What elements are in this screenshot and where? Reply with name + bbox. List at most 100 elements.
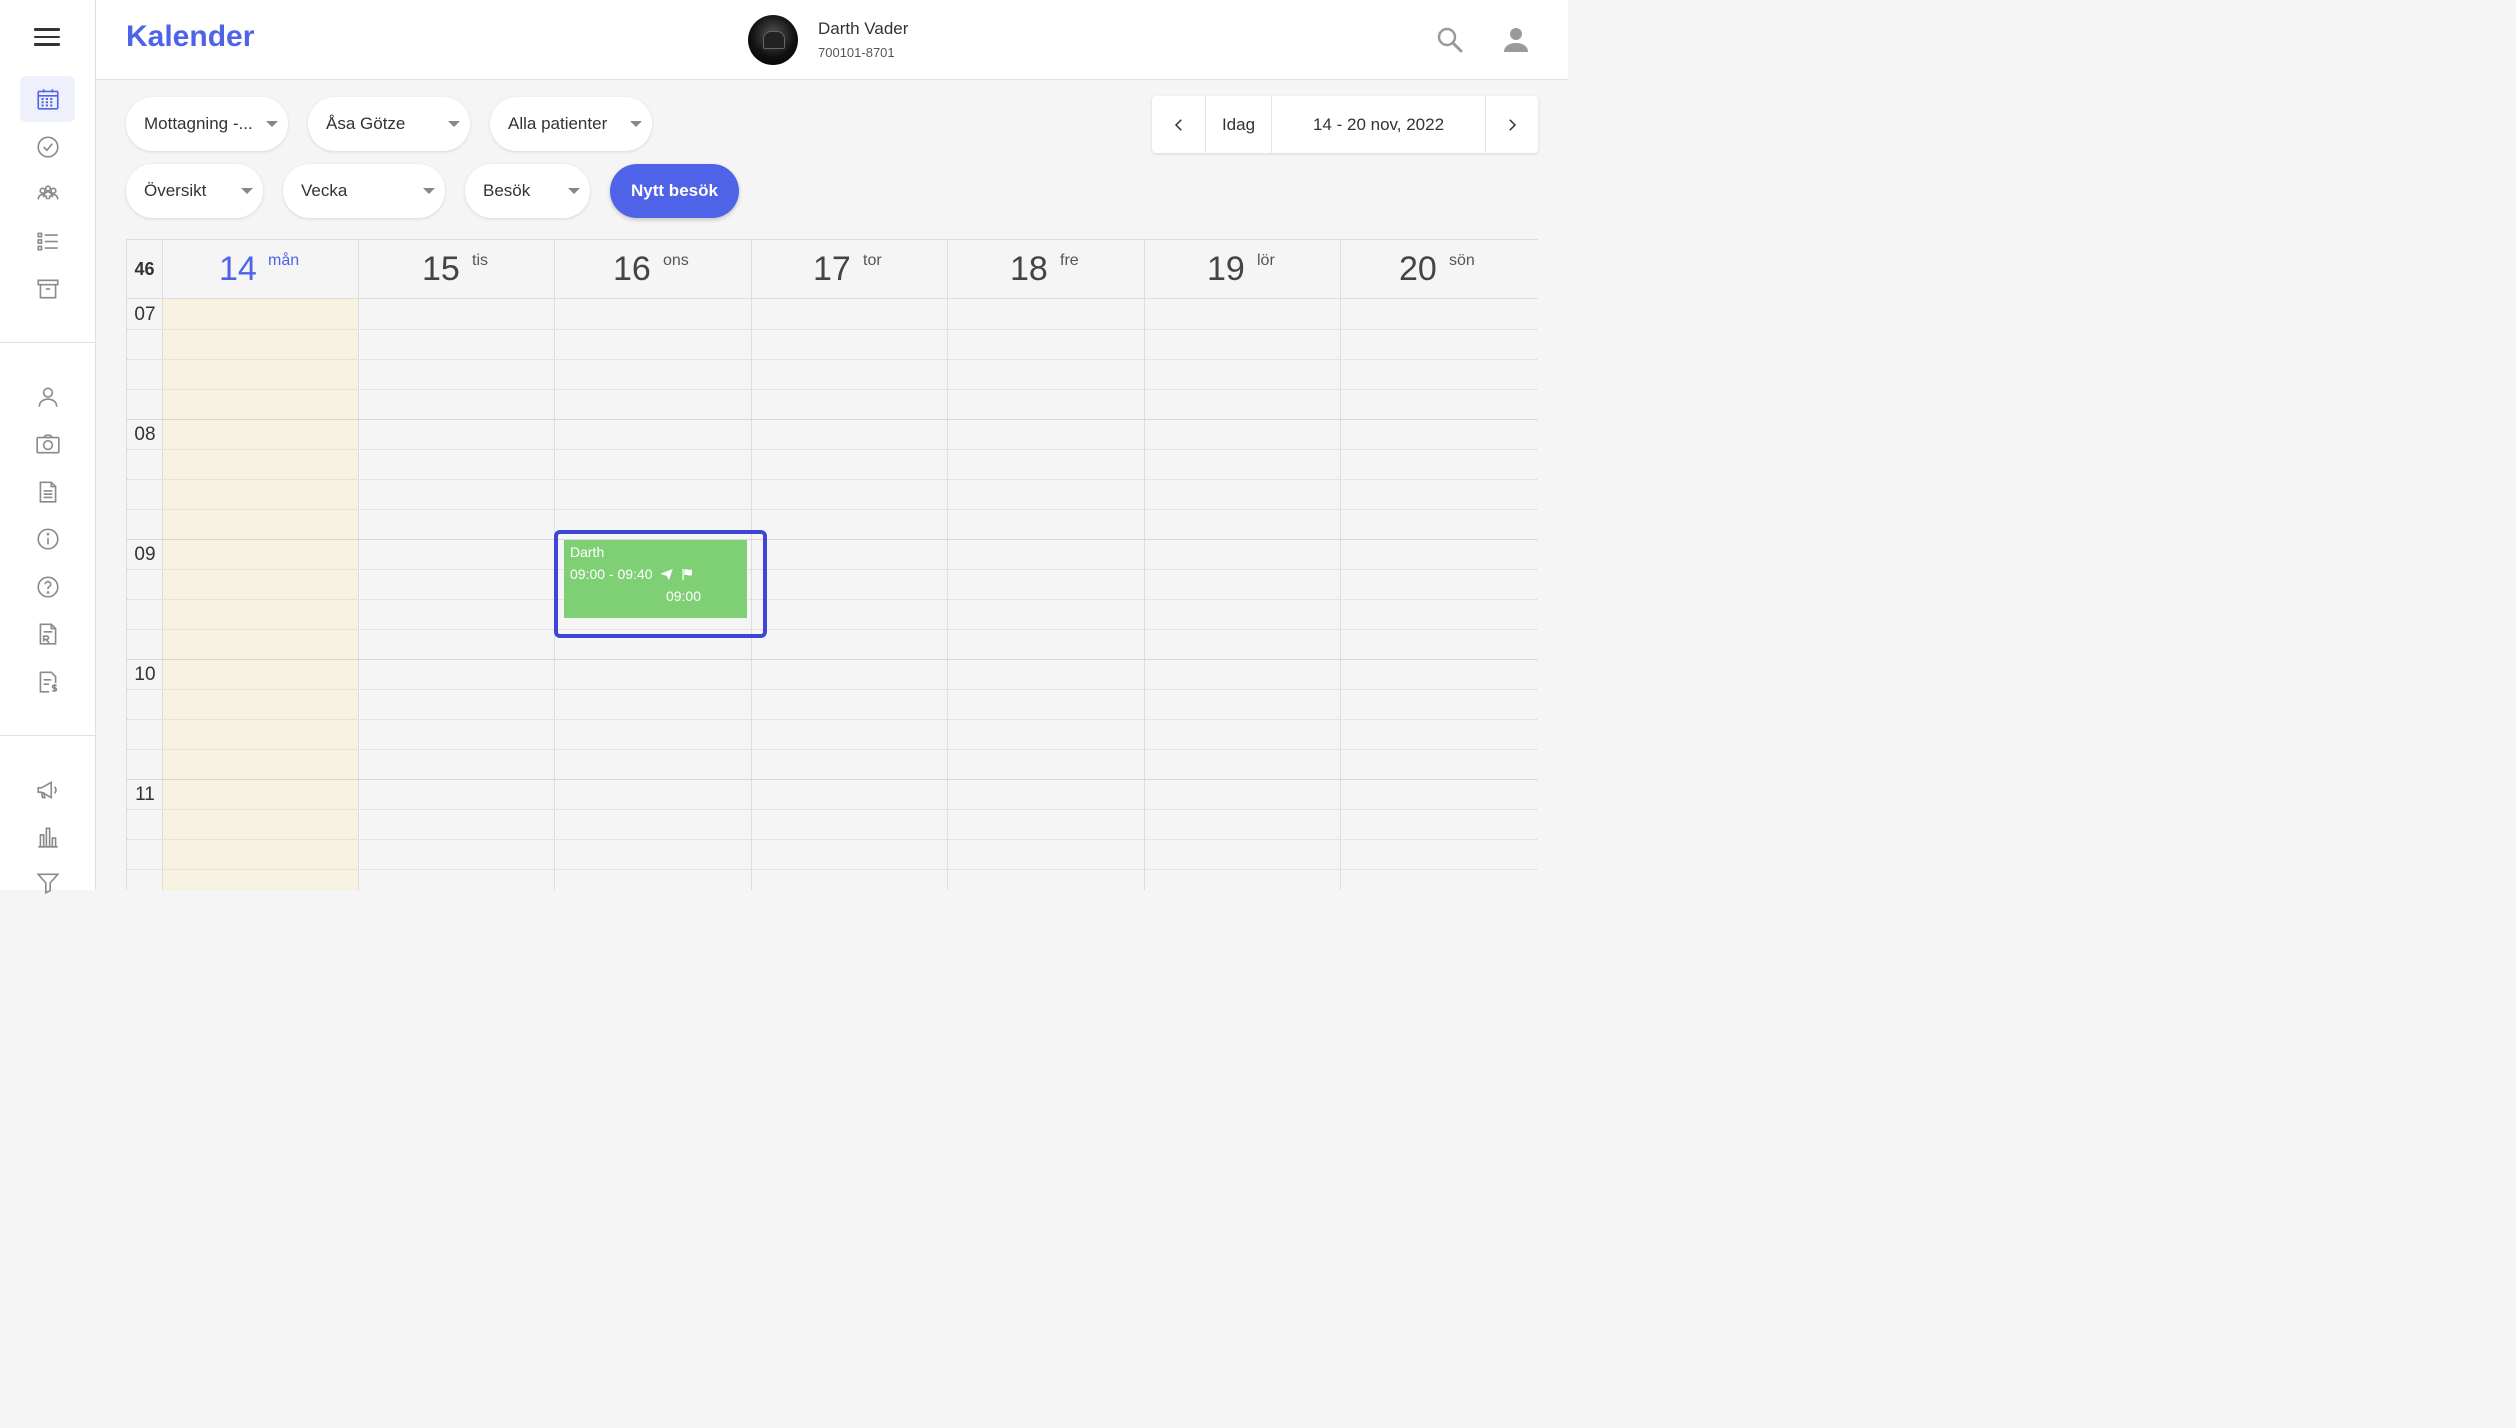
- next-week-button[interactable]: [1486, 96, 1538, 153]
- day-header-fri[interactable]: 18 fre: [948, 240, 1145, 299]
- type-select[interactable]: Besök: [465, 164, 590, 218]
- hour-label: 07: [134, 304, 156, 325]
- sidebar-megaphone-icon[interactable]: [20, 767, 75, 813]
- patients-select-value: Alla patienter: [508, 114, 608, 133]
- day-number: 15: [422, 250, 460, 288]
- day-number: 20: [1399, 250, 1437, 288]
- grid-line: [127, 719, 1538, 720]
- sidebar-info-icon[interactable]: [20, 516, 75, 562]
- grid-line: [127, 389, 1538, 390]
- sidebar-filter-icon[interactable]: [20, 860, 75, 906]
- day-weekday: lör: [1257, 252, 1275, 269]
- grid-line: [127, 659, 1538, 660]
- day-header-tue[interactable]: 15 tis: [359, 240, 555, 299]
- day-weekday: ons: [663, 252, 689, 269]
- grid-line: [127, 689, 1538, 690]
- sidebar-divider: [0, 342, 95, 343]
- grid-line: [127, 569, 1538, 570]
- sidebar-divider: [0, 735, 95, 736]
- sidebar: [0, 0, 96, 895]
- grid-line: [127, 539, 1538, 540]
- user-account-icon[interactable]: [1500, 24, 1532, 56]
- day-weekday: mån: [268, 252, 300, 269]
- today-button[interactable]: Idag: [1206, 96, 1272, 153]
- grid-line: [127, 869, 1538, 870]
- patient-avatar[interactable]: [748, 15, 798, 65]
- hour-label: 10: [134, 664, 156, 685]
- day-number: 17: [813, 250, 851, 288]
- sidebar-chart-icon[interactable]: [20, 814, 75, 860]
- view-select[interactable]: Översikt: [126, 164, 263, 218]
- event-time: 09:00 - 09:40: [570, 566, 653, 582]
- patient-name[interactable]: Darth Vader: [818, 19, 908, 39]
- search-icon[interactable]: [1434, 24, 1466, 56]
- new-visit-button[interactable]: Nytt besök: [610, 164, 739, 218]
- grid-line: [127, 479, 1538, 480]
- date-navigation: Idag 14 - 20 nov, 2022: [1152, 96, 1538, 153]
- day-column-sun[interactable]: [1341, 299, 1538, 890]
- day-header-wed[interactable]: 16 ons: [555, 240, 752, 299]
- menu-icon[interactable]: [34, 28, 60, 50]
- sidebar-camera-icon[interactable]: [20, 421, 75, 467]
- sidebar-groups-icon[interactable]: [20, 171, 75, 217]
- day-number: 18: [1010, 250, 1048, 288]
- chevron-right-icon: [1509, 118, 1517, 131]
- calendar-event[interactable]: Darth 09:00 - 09:40 09:00: [564, 540, 747, 618]
- day-header-sun[interactable]: 20 sön: [1341, 240, 1538, 299]
- sidebar-list-icon[interactable]: [20, 218, 75, 264]
- date-range-label[interactable]: 14 - 20 nov, 2022: [1272, 96, 1486, 153]
- staff-select[interactable]: Åsa Götze: [308, 97, 470, 151]
- hour-label: 11: [135, 784, 155, 805]
- day-column-tue[interactable]: [359, 299, 555, 890]
- top-header: Kalender Darth Vader 700101-8701: [96, 0, 1568, 80]
- day-weekday: sön: [1449, 252, 1475, 269]
- grid-line: [127, 629, 1538, 630]
- day-header-thu[interactable]: 17 tor: [752, 240, 948, 299]
- chevron-down-icon: [448, 121, 460, 127]
- grid-line: [127, 329, 1538, 330]
- day-column-thu[interactable]: [752, 299, 948, 890]
- send-icon: [659, 568, 673, 580]
- chevron-down-icon: [423, 188, 435, 194]
- sidebar-calendar-icon[interactable]: [20, 76, 75, 122]
- day-weekday: tor: [863, 252, 882, 269]
- sidebar-help-icon[interactable]: [20, 564, 75, 610]
- day-number: 16: [613, 250, 651, 288]
- grid-line: [127, 419, 1538, 420]
- week-number: 46: [127, 240, 163, 299]
- day-column-fri[interactable]: [948, 299, 1145, 890]
- grid-line: [127, 449, 1538, 450]
- day-header-mon[interactable]: 14 mån: [163, 240, 359, 299]
- grid-line: [127, 599, 1538, 600]
- patient-id: 700101-8701: [818, 45, 895, 60]
- sidebar-invoice-icon[interactable]: [20, 659, 75, 705]
- staff-select-value: Åsa Götze: [326, 114, 406, 133]
- event-start-time: 09:00: [665, 588, 702, 604]
- chevron-down-icon: [241, 188, 253, 194]
- hour-label: 09: [134, 544, 156, 565]
- sidebar-prescription-icon[interactable]: [20, 611, 75, 657]
- grid-line: [127, 509, 1538, 510]
- day-number: 14: [219, 250, 257, 288]
- clinic-select[interactable]: Mottagning -...: [126, 97, 288, 151]
- day-number: 19: [1207, 250, 1245, 288]
- flag-icon: [682, 568, 692, 580]
- day-weekday: tis: [472, 252, 488, 269]
- event-time-row: 09:00 - 09:40: [570, 566, 741, 582]
- sidebar-person-icon[interactable]: [20, 374, 75, 420]
- sidebar-tasks-icon[interactable]: [20, 124, 75, 170]
- day-column-mon[interactable]: [163, 299, 359, 890]
- sidebar-document-icon[interactable]: [20, 469, 75, 515]
- period-select[interactable]: Vecka: [283, 164, 445, 218]
- previous-week-button[interactable]: [1152, 96, 1206, 153]
- grid-line: [127, 359, 1538, 360]
- sidebar-archive-icon[interactable]: [20, 266, 75, 312]
- patients-select[interactable]: Alla patienter: [490, 97, 652, 151]
- day-column-sat[interactable]: [1145, 299, 1341, 890]
- chevron-down-icon: [266, 121, 278, 127]
- grid-line: [127, 749, 1538, 750]
- grid-line: [127, 779, 1538, 780]
- day-header-sat[interactable]: 19 lör: [1145, 240, 1341, 299]
- grid-line: [127, 809, 1538, 810]
- chevron-down-icon: [568, 188, 580, 194]
